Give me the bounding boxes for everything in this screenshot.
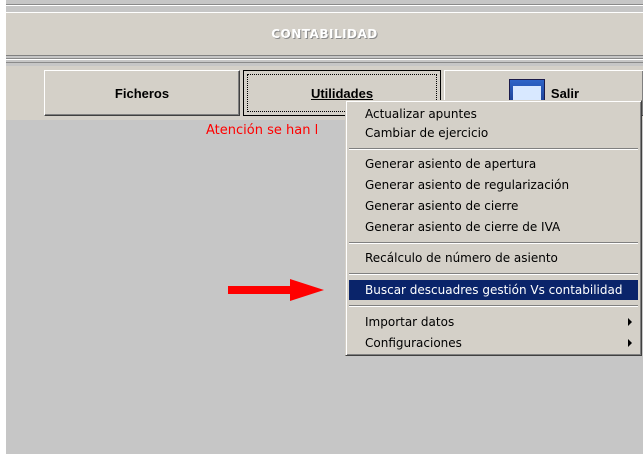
salir-label: Salir: [550, 85, 580, 101]
menu-item-configuraciones[interactable]: Configuraciones: [349, 333, 638, 353]
app-window: CONTABILIDAD Ficheros Utilidades Salir A…: [6, 0, 643, 454]
menu-item-cambiar-ejercicio[interactable]: Cambiar de ejercicio: [349, 123, 638, 143]
configuraciones-label: Configuraciones: [365, 336, 462, 350]
separator-rule-highlight: [6, 59, 643, 60]
separator-rule-2: [6, 62, 643, 63]
utilidades-dropdown-menu: Actualizar apuntes Cambiar de ejercicio …: [345, 100, 642, 356]
menu-item-asiento-apertura[interactable]: Generar asiento de apertura: [349, 154, 638, 174]
menu-item-recalculo-asiento[interactable]: Recálculo de número de asiento: [349, 248, 638, 268]
menu-item-asiento-cierre[interactable]: Generar asiento de cierre: [349, 196, 638, 216]
menu-item-actualizar-apuntes[interactable]: Actualizar apuntes: [349, 104, 638, 124]
title-bar: CONTABILIDAD: [6, 12, 643, 56]
menu-separator: [349, 148, 638, 150]
menu-separator: [349, 273, 638, 275]
menu-item-asiento-regularizacion[interactable]: Generar asiento de regularización: [349, 175, 638, 195]
submenu-arrow-icon: [628, 318, 632, 326]
ficheros-label: Ficheros: [114, 85, 170, 101]
menu-item-asiento-cierre-iva[interactable]: Generar asiento de cierre de IVA: [349, 217, 638, 237]
warning-text: Atención se han l: [206, 123, 319, 138]
ficheros-button[interactable]: Ficheros: [44, 70, 240, 116]
window-title: CONTABILIDAD: [271, 27, 378, 41]
top-rule-highlight: [6, 5, 643, 6]
menu-separator: [349, 305, 638, 307]
submenu-arrow-icon: [628, 339, 632, 347]
menu-item-importar-datos[interactable]: Importar datos: [349, 312, 638, 332]
importar-datos-label: Importar datos: [365, 315, 455, 329]
menu-item-buscar-descuadres[interactable]: Buscar descuadres gestión Vs contabilida…: [349, 280, 638, 300]
red-arrow-icon: [228, 279, 324, 301]
menu-separator: [349, 242, 638, 244]
